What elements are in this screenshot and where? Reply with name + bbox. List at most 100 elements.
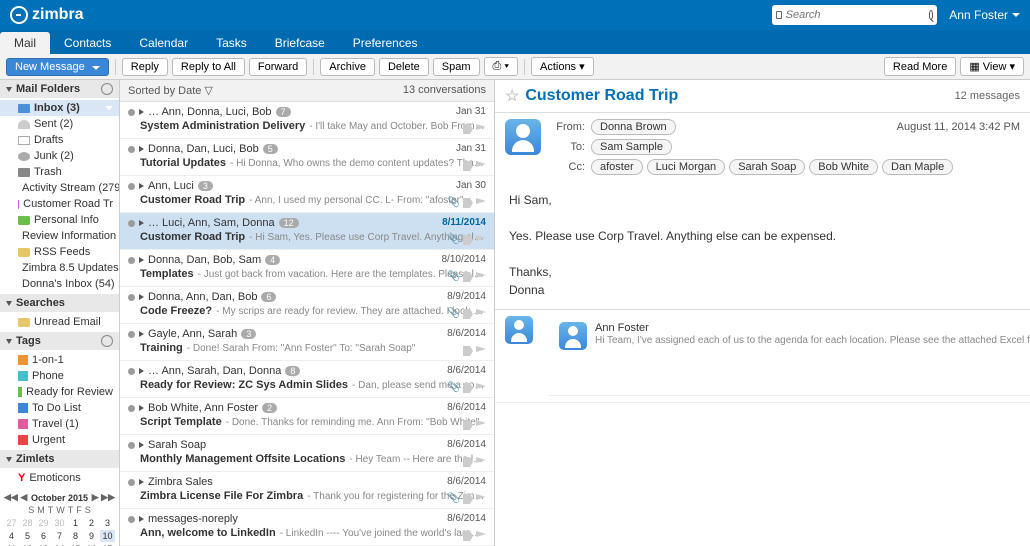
zimlets-header[interactable]: Zimlets: [0, 450, 119, 468]
folder-item[interactable]: Zimbra 8.5 Updates: [0, 260, 119, 276]
conversation-row[interactable]: Gayle, Ann, Sarah3 8/6/2014 Training - D…: [120, 324, 494, 361]
folder-item[interactable]: Trash: [0, 164, 119, 180]
cc-pill[interactable]: Luci Morgan: [647, 159, 726, 175]
mail-scope-icon[interactable]: [776, 11, 781, 19]
tag-icon[interactable]: [463, 198, 473, 208]
folder-item[interactable]: Review Information: [0, 228, 119, 244]
view-button[interactable]: ▦ View ▾: [960, 57, 1024, 76]
mini-calendar[interactable]: ◀◀ ◀October 2015▶ ▶▶ SMTWTFS 27282930123…: [0, 488, 119, 546]
cal-next-month[interactable]: ▶ ▶▶: [92, 492, 115, 503]
flag-icon[interactable]: [476, 420, 486, 430]
folder-item[interactable]: RSS Feeds: [0, 244, 119, 260]
folder-item[interactable]: Sent (2): [0, 116, 119, 132]
tab-contacts[interactable]: Contacts: [50, 32, 125, 54]
cc-pill[interactable]: Dan Maple: [882, 159, 953, 175]
actions-button[interactable]: Actions ▾: [531, 57, 594, 76]
forward-button[interactable]: Forward: [249, 58, 307, 76]
folder-item[interactable]: Donna's Inbox (54): [0, 276, 119, 292]
expand-icon[interactable]: [139, 368, 144, 374]
thread-item[interactable]: Sam Sample Corp travel? From: "Donna Bro…: [495, 310, 1030, 403]
tag-icon[interactable]: [463, 494, 473, 504]
cal-day[interactable]: 3: [100, 517, 115, 529]
search-item[interactable]: Unread Email: [0, 314, 119, 330]
zimlet-item[interactable]: YEmoticons: [0, 470, 119, 486]
folder-item[interactable]: Junk (2): [0, 148, 119, 164]
tag-icon[interactable]: [463, 235, 473, 245]
search-input[interactable]: [786, 9, 929, 21]
flag-icon[interactable]: [476, 309, 486, 319]
cal-day[interactable]: 1: [68, 517, 83, 529]
cal-day[interactable]: 27: [4, 517, 19, 529]
folder-item[interactable]: Personal Info: [0, 212, 119, 228]
flag-icon[interactable]: [476, 198, 486, 208]
expand-icon[interactable]: [139, 479, 144, 485]
tag-item[interactable]: Ready for Review: [0, 384, 119, 400]
expand-icon[interactable]: [139, 146, 144, 152]
cal-prev-month[interactable]: ◀◀ ◀: [4, 492, 27, 503]
tag-icon[interactable]: [463, 457, 473, 467]
cal-day[interactable]: 29: [36, 517, 51, 529]
tag-icon[interactable]: [463, 272, 473, 282]
folders-header[interactable]: Mail Folders: [0, 80, 119, 98]
sort-label[interactable]: Sorted by Date ▽: [128, 84, 213, 97]
search-box[interactable]: [772, 5, 937, 25]
conversation-row[interactable]: Bob White, Ann Foster2 8/6/2014 Script T…: [120, 398, 494, 435]
user-menu[interactable]: Ann Foster: [949, 8, 1020, 22]
reply-all-button[interactable]: Reply to All: [172, 58, 245, 76]
from-pill[interactable]: Donna Brown: [591, 119, 676, 135]
logo[interactable]: zimbra: [10, 6, 84, 24]
flag-icon[interactable]: [476, 161, 486, 171]
gear-icon[interactable]: [101, 335, 113, 347]
tag-icon[interactable]: [463, 531, 473, 541]
expand-icon[interactable]: [139, 294, 144, 300]
conversation-row[interactable]: … Luci, Ann, Sam, Donna12 8/11/2014 Cust…: [120, 213, 494, 250]
cal-day[interactable]: 5: [20, 530, 35, 542]
folder-item[interactable]: Customer Road Tr: [0, 196, 119, 212]
flag-icon[interactable]: [476, 124, 486, 134]
tag-icon[interactable]: [463, 161, 473, 171]
cc-pill[interactable]: Sarah Soap: [729, 159, 805, 175]
cal-day[interactable]: 30: [52, 517, 67, 529]
delete-button[interactable]: Delete: [379, 58, 429, 76]
star-icon[interactable]: ☆: [505, 86, 519, 106]
cc-pill[interactable]: afoster: [591, 159, 643, 175]
conversation-row[interactable]: Donna, Dan, Bob, Sam4 8/10/2014 Template…: [120, 250, 494, 287]
tag-icon[interactable]: [463, 309, 473, 319]
flag-icon[interactable]: [476, 457, 486, 467]
expand-icon[interactable]: [139, 516, 144, 522]
tag-icon[interactable]: [463, 124, 473, 134]
cal-day[interactable]: 8: [68, 530, 83, 542]
folder-item[interactable]: Inbox (3): [0, 100, 119, 116]
conversation-row[interactable]: Sarah Soap 8/6/2014 Monthly Management O…: [120, 435, 494, 472]
cal-day[interactable]: 7: [52, 530, 67, 542]
tab-preferences[interactable]: Preferences: [339, 32, 432, 54]
tab-mail[interactable]: Mail: [0, 32, 50, 54]
cal-day[interactable]: 4: [4, 530, 19, 542]
searches-header[interactable]: Searches: [0, 294, 119, 312]
tag-icon[interactable]: [463, 383, 473, 393]
spam-button[interactable]: Spam: [433, 58, 480, 76]
tag-icon[interactable]: [463, 346, 473, 356]
folder-item[interactable]: Activity Stream (279): [0, 180, 119, 196]
cal-day[interactable]: 9: [84, 530, 99, 542]
reply-button[interactable]: Reply: [122, 58, 168, 76]
expand-icon[interactable]: [139, 405, 144, 411]
folder-item[interactable]: Drafts: [0, 132, 119, 148]
read-more-button[interactable]: Read More: [884, 57, 956, 76]
tag-item[interactable]: To Do List: [0, 400, 119, 416]
conversation-row[interactable]: … Ann, Sarah, Dan, Donna8 8/6/2014 Ready…: [120, 361, 494, 398]
cc-pill[interactable]: Bob White: [809, 159, 878, 175]
new-message-button[interactable]: New Message: [6, 58, 109, 76]
tab-calendar[interactable]: Calendar: [125, 32, 202, 54]
tags-header[interactable]: Tags: [0, 332, 119, 350]
flag-icon[interactable]: [476, 272, 486, 282]
expand-icon[interactable]: [139, 183, 144, 189]
gear-icon[interactable]: [101, 83, 113, 95]
conversation-row[interactable]: Donna, Ann, Dan, Bob6 8/9/2014 Code Free…: [120, 287, 494, 324]
conversation-row[interactable]: Donna, Dan, Luci, Bob5 Jan 31 Tutorial U…: [120, 139, 494, 176]
cal-day[interactable]: 28: [20, 517, 35, 529]
conversation-row[interactable]: Ann, Luci3 Jan 30 Customer Road Trip - A…: [120, 176, 494, 213]
flag-icon[interactable]: [476, 531, 486, 541]
tag-item[interactable]: 1-on-1: [0, 352, 119, 368]
tag-item[interactable]: Urgent: [0, 432, 119, 448]
